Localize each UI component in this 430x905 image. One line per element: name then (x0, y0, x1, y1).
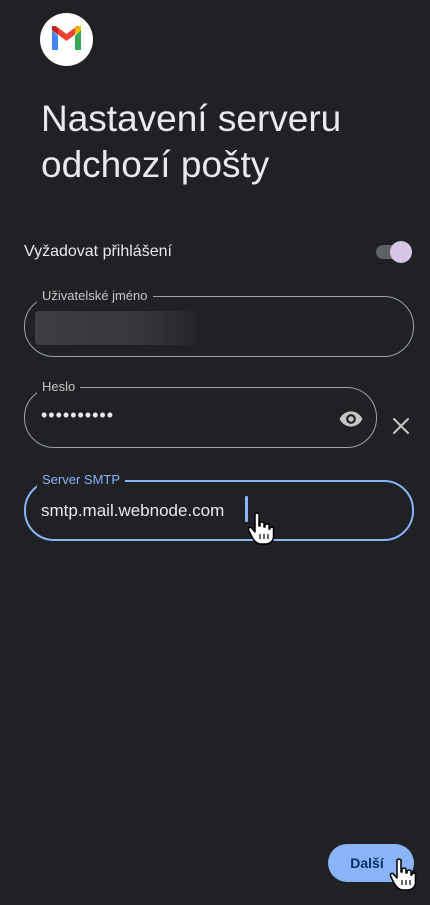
hand-pointer-cursor-icon (247, 512, 275, 551)
password-field[interactable]: Heslo •••••••••• (24, 379, 377, 448)
eye-icon[interactable] (338, 406, 364, 437)
close-icon[interactable] (391, 416, 411, 441)
username-field[interactable]: Uživatelské jméno (24, 288, 414, 357)
require-login-label: Vyžadovat přihlášení (24, 243, 172, 260)
password-label: Heslo (37, 379, 81, 395)
username-label: Uživatelské jméno (37, 288, 153, 304)
hand-pointer-cursor-icon (389, 858, 417, 897)
password-value: •••••••••• (41, 405, 115, 425)
smtp-server-field[interactable]: Server SMTP smtp.mail.webnode.com (24, 472, 414, 541)
smtp-server-label: Server SMTP (37, 472, 126, 488)
smtp-server-value: smtp.mail.webnode.com (41, 501, 225, 520)
gmail-m-icon (52, 26, 81, 50)
require-login-row[interactable]: Vyžadovat přihlášení (24, 236, 412, 268)
require-login-toggle[interactable] (374, 240, 412, 264)
gmail-logo-icon (40, 13, 93, 66)
page-title: Nastavení serveru odchozí pošty (41, 98, 342, 185)
toggle-thumb (390, 241, 412, 263)
username-redacted-value (35, 311, 205, 345)
